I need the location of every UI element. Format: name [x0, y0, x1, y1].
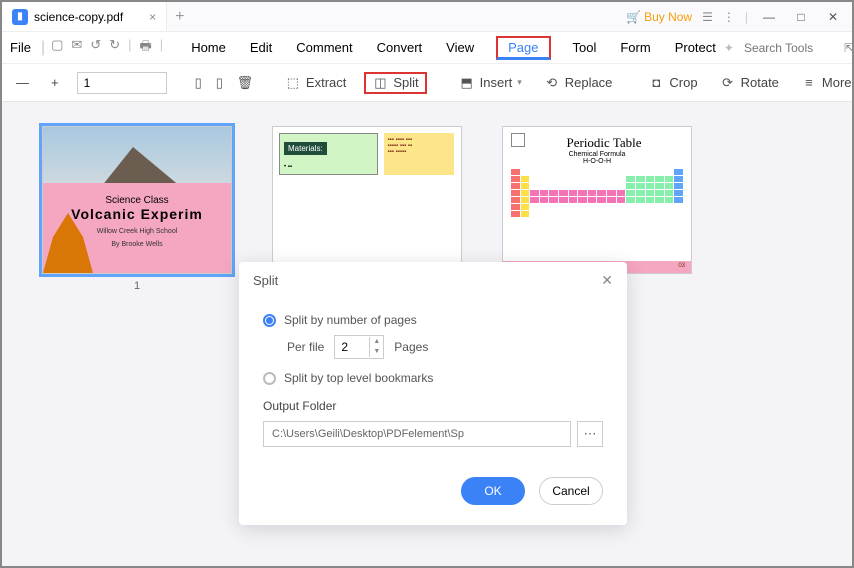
undo-icon[interactable]: ↺: [90, 37, 101, 59]
menu-protect[interactable]: Protect: [673, 36, 718, 60]
menubar: File | ▢ ✉ ↺ ↻ | 🖶 | HomeEditCommentConv…: [2, 32, 852, 64]
menu-home[interactable]: Home: [189, 36, 228, 60]
output-folder-label: Output Folder: [263, 399, 603, 413]
insert-button[interactable]: ⬒Insert ▾: [455, 73, 526, 93]
dialog-close-icon[interactable]: ✕: [601, 272, 613, 289]
split-dialog: Split ✕ Split by number of pages Per fil…: [239, 262, 627, 525]
thumb3-sub2: H-O-O-H: [511, 158, 683, 165]
opt1-label: Split by number of pages: [284, 313, 417, 327]
perfile-label: Per file: [287, 340, 324, 354]
perfile-spinner[interactable]: ▲▼: [334, 335, 384, 359]
page-box1-icon[interactable]: ▯: [195, 75, 202, 91]
browse-button[interactable]: ⋯: [577, 421, 603, 447]
file-menu[interactable]: File: [10, 40, 31, 55]
close-tab-icon[interactable]: ×: [149, 10, 156, 24]
menu-edit[interactable]: Edit: [248, 36, 274, 60]
chevron-down-icon: ▾: [517, 77, 522, 88]
thumb1-title: Science Class: [53, 195, 221, 206]
extract-button[interactable]: ⬚Extract: [281, 73, 350, 93]
search-tools-input[interactable]: [744, 41, 834, 55]
document-tab[interactable]: ▮ science-copy.pdf ×: [2, 2, 167, 31]
rotate-button[interactable]: ⟳Rotate: [716, 73, 783, 93]
more-button[interactable]: ≡More ›: [797, 73, 854, 93]
tools-icon: ✦: [724, 41, 734, 55]
more-icon: ≡: [801, 75, 817, 91]
save-icon[interactable]: ▢: [51, 37, 63, 59]
output-path-input[interactable]: [263, 421, 571, 447]
thumb3-sub1: Chemical Formula: [511, 151, 683, 158]
split-by-bookmarks-radio[interactable]: Split by top level bookmarks: [263, 371, 603, 385]
replace-button[interactable]: ⟲Replace: [540, 73, 617, 93]
opt2-label: Split by top level bookmarks: [284, 371, 433, 385]
print-icon[interactable]: 🖶: [140, 37, 152, 59]
dialog-title: Split: [253, 273, 278, 288]
tab-title: science-copy.pdf: [34, 10, 123, 24]
page-box2-icon[interactable]: ▯: [216, 75, 223, 91]
mail-icon[interactable]: ✉: [71, 37, 82, 59]
extract-icon: ⬚: [285, 75, 301, 91]
page-toolbar: — + ▯ ▯ 🗑 ⬚Extract ◫Split ⬒Insert ▾ ⟲Rep…: [2, 64, 852, 102]
menu-tool[interactable]: Tool: [571, 36, 599, 60]
app-icon: ▮: [12, 9, 28, 25]
zoom-input[interactable]: [77, 72, 167, 94]
crop-icon: ◘: [648, 75, 664, 91]
share-icon[interactable]: ⇱: [844, 41, 854, 55]
thumb2-materials: Materials:: [284, 142, 327, 155]
thumb3-title: Periodic Table: [511, 135, 683, 151]
zoom-out-button[interactable]: —: [12, 73, 33, 92]
menu-dots-icon[interactable]: ⋮: [723, 10, 735, 24]
cancel-button[interactable]: Cancel: [539, 477, 603, 505]
page-canvas: Science Class Volcanic Experim Willow Cr…: [2, 102, 852, 566]
close-window-icon[interactable]: ✕: [822, 10, 844, 24]
crop-button[interactable]: ◘Crop: [644, 73, 701, 93]
thumb1-label: 1: [134, 280, 140, 292]
page-thumb-1[interactable]: Science Class Volcanic Experim Willow Cr…: [42, 126, 232, 274]
spin-up-icon[interactable]: ▲: [370, 337, 383, 347]
split-by-pages-radio[interactable]: Split by number of pages: [263, 313, 603, 327]
menu-page[interactable]: Page: [496, 36, 550, 60]
menu-view[interactable]: View: [444, 36, 476, 60]
menu-convert[interactable]: Convert: [375, 36, 425, 60]
delete-page-icon[interactable]: 🗑: [237, 75, 253, 91]
perfile-input[interactable]: [335, 336, 369, 358]
page-thumb-3[interactable]: Periodic Table Chemical Formula H-O-O-H …: [502, 126, 692, 274]
redo-icon[interactable]: ↻: [109, 37, 120, 59]
maximize-icon[interactable]: □: [790, 10, 812, 24]
split-icon: ◫: [372, 75, 388, 91]
pages-label: Pages: [394, 340, 428, 354]
thumb1-subtitle: Volcanic Experim: [53, 206, 221, 222]
zoom-in-button[interactable]: +: [47, 73, 63, 92]
replace-icon: ⟲: [544, 75, 560, 91]
new-tab-button[interactable]: +: [167, 8, 192, 26]
menu-comment[interactable]: Comment: [294, 36, 354, 60]
insert-icon: ⬒: [459, 75, 475, 91]
user-icon[interactable]: ☰: [702, 10, 713, 24]
titlebar: ▮ science-copy.pdf × + 🛒 Buy Now ☰ ⋮ | —…: [2, 2, 852, 32]
spin-down-icon[interactable]: ▼: [370, 347, 383, 357]
minimize-icon[interactable]: —: [758, 10, 780, 24]
rotate-icon: ⟳: [720, 75, 736, 91]
buy-now-link[interactable]: 🛒 Buy Now: [626, 10, 692, 24]
split-button[interactable]: ◫Split: [364, 72, 426, 94]
ok-button[interactable]: OK: [461, 477, 525, 505]
page-thumb-2[interactable]: Materials:• ▪▪ ▪▪▪ ▪▪▪▪ ▪▪▪▪▪▪▪▪ ▪▪▪ ▪▪▪…: [272, 126, 462, 274]
menu-form[interactable]: Form: [618, 36, 652, 60]
